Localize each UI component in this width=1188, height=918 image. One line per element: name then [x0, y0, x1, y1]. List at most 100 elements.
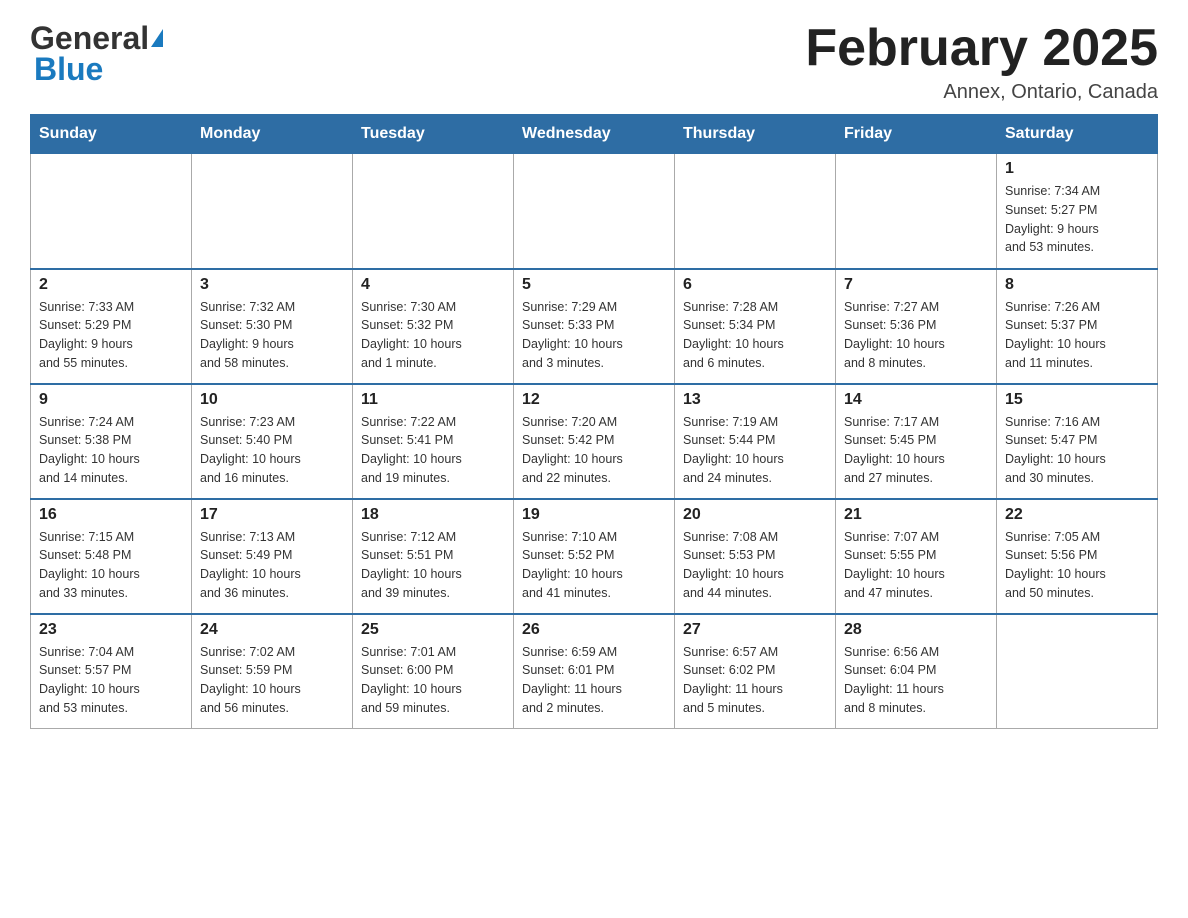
col-thursday: Thursday	[675, 115, 836, 154]
day-number: 20	[683, 506, 827, 524]
location-text: Annex, Ontario, Canada	[805, 81, 1158, 104]
calendar-cell: 27 Sunrise: 6:57 AMSunset: 6:02 PMDayligh…	[675, 614, 836, 729]
day-info: Sunrise: 7:02 AMSunset: 5:59 PMDaylight:…	[200, 643, 344, 718]
day-number: 16	[39, 506, 183, 524]
calendar-cell: 13 Sunrise: 7:19 AMSunset: 5:44 PMDayligh…	[675, 384, 836, 499]
calendar-cell: 10 Sunrise: 7:23 AMSunset: 5:40 PMDayligh…	[192, 384, 353, 499]
calendar-cell: 2 Sunrise: 7:33 AMSunset: 5:29 PMDaylight…	[31, 269, 192, 384]
calendar-cell	[192, 154, 353, 269]
calendar-cell	[514, 154, 675, 269]
day-number: 21	[844, 506, 988, 524]
day-info: Sunrise: 7:34 AMSunset: 5:27 PMDaylight:…	[1005, 182, 1149, 257]
day-number: 13	[683, 391, 827, 409]
day-info: Sunrise: 7:19 AMSunset: 5:44 PMDaylight:…	[683, 413, 827, 488]
calendar-cell: 17 Sunrise: 7:13 AMSunset: 5:49 PMDayligh…	[192, 499, 353, 614]
calendar-cell	[353, 154, 514, 269]
day-number: 19	[522, 506, 666, 524]
calendar-cell: 19 Sunrise: 7:10 AMSunset: 5:52 PMDayligh…	[514, 499, 675, 614]
calendar-cell: 9 Sunrise: 7:24 AMSunset: 5:38 PMDaylight…	[31, 384, 192, 499]
calendar-header-row: Sunday Monday Tuesday Wednesday Thursday…	[31, 115, 1158, 154]
calendar-cell: 11Sunrise: 7:22 AMSunset: 5:41 PMDayligh…	[353, 384, 514, 499]
day-number: 12	[522, 391, 666, 409]
day-number: 25	[361, 621, 505, 639]
col-monday: Monday	[192, 115, 353, 154]
calendar-cell: 25 Sunrise: 7:01 AMSunset: 6:00 PMDayligh…	[353, 614, 514, 729]
day-info: Sunrise: 7:07 AMSunset: 5:55 PMDaylight:…	[844, 528, 988, 603]
calendar-cell: 28Sunrise: 6:56 AMSunset: 6:04 PMDayligh…	[836, 614, 997, 729]
day-info: Sunrise: 7:28 AMSunset: 5:34 PMDaylight:…	[683, 298, 827, 373]
day-number: 27	[683, 621, 827, 639]
calendar-cell: 22Sunrise: 7:05 AMSunset: 5:56 PMDayligh…	[997, 499, 1158, 614]
day-info: Sunrise: 7:24 AMSunset: 5:38 PMDaylight:…	[39, 413, 183, 488]
day-number: 2	[39, 276, 183, 294]
day-number: 10	[200, 391, 344, 409]
title-area: February 2025 Annex, Ontario, Canada	[805, 20, 1158, 104]
calendar-week-row: 1 Sunrise: 7:34 AMSunset: 5:27 PMDaylight…	[31, 154, 1158, 269]
day-info: Sunrise: 7:08 AMSunset: 5:53 PMDaylight:…	[683, 528, 827, 603]
calendar-cell: 12 Sunrise: 7:20 AMSunset: 5:42 PMDayligh…	[514, 384, 675, 499]
calendar-cell: 24 Sunrise: 7:02 AMSunset: 5:59 PMDayligh…	[192, 614, 353, 729]
logo-blue-text: Blue	[34, 51, 103, 88]
day-number: 4	[361, 276, 505, 294]
calendar-table: Sunday Monday Tuesday Wednesday Thursday…	[30, 114, 1158, 729]
calendar-cell: 20 Sunrise: 7:08 AMSunset: 5:53 PMDayligh…	[675, 499, 836, 614]
day-info: Sunrise: 7:30 AMSunset: 5:32 PMDaylight:…	[361, 298, 505, 373]
page-header: General Blue February 2025 Annex, Ontari…	[30, 20, 1158, 104]
day-info: Sunrise: 7:27 AMSunset: 5:36 PMDaylight:…	[844, 298, 988, 373]
calendar-cell	[997, 614, 1158, 729]
calendar-cell: 6 Sunrise: 7:28 AMSunset: 5:34 PMDaylight…	[675, 269, 836, 384]
calendar-cell: 18 Sunrise: 7:12 AMSunset: 5:51 PMDayligh…	[353, 499, 514, 614]
calendar-cell: 21 Sunrise: 7:07 AMSunset: 5:55 PMDayligh…	[836, 499, 997, 614]
col-sunday: Sunday	[31, 115, 192, 154]
logo-triangle-icon	[151, 29, 163, 47]
calendar-cell: 15Sunrise: 7:16 AMSunset: 5:47 PMDayligh…	[997, 384, 1158, 499]
day-info: Sunrise: 7:32 AMSunset: 5:30 PMDaylight:…	[200, 298, 344, 373]
day-info: Sunrise: 7:23 AMSunset: 5:40 PMDaylight:…	[200, 413, 344, 488]
col-tuesday: Tuesday	[353, 115, 514, 154]
day-number: 3	[200, 276, 344, 294]
calendar-cell: 5 Sunrise: 7:29 AMSunset: 5:33 PMDaylight…	[514, 269, 675, 384]
day-info: Sunrise: 7:13 AMSunset: 5:49 PMDaylight:…	[200, 528, 344, 603]
day-number: 26	[522, 621, 666, 639]
calendar-cell	[836, 154, 997, 269]
day-info: Sunrise: 7:12 AMSunset: 5:51 PMDaylight:…	[361, 528, 505, 603]
day-info: Sunrise: 7:15 AMSunset: 5:48 PMDaylight:…	[39, 528, 183, 603]
day-number: 23	[39, 621, 183, 639]
day-number: 1	[1005, 160, 1149, 178]
logo: General Blue	[30, 20, 163, 88]
calendar-cell	[675, 154, 836, 269]
calendar-cell: 1 Sunrise: 7:34 AMSunset: 5:27 PMDaylight…	[997, 154, 1158, 269]
day-info: Sunrise: 7:16 AMSunset: 5:47 PMDaylight:…	[1005, 413, 1149, 488]
day-number: 6	[683, 276, 827, 294]
day-number: 17	[200, 506, 344, 524]
calendar-cell: 4 Sunrise: 7:30 AMSunset: 5:32 PMDaylight…	[353, 269, 514, 384]
day-info: Sunrise: 7:10 AMSunset: 5:52 PMDaylight:…	[522, 528, 666, 603]
col-wednesday: Wednesday	[514, 115, 675, 154]
calendar-cell: 14Sunrise: 7:17 AMSunset: 5:45 PMDayligh…	[836, 384, 997, 499]
day-info: Sunrise: 7:22 AMSunset: 5:41 PMDaylight:…	[361, 413, 505, 488]
day-info: Sunrise: 7:26 AMSunset: 5:37 PMDaylight:…	[1005, 298, 1149, 373]
day-number: 14	[844, 391, 988, 409]
calendar-cell: 16 Sunrise: 7:15 AMSunset: 5:48 PMDayligh…	[31, 499, 192, 614]
day-number: 24	[200, 621, 344, 639]
day-info: Sunrise: 7:33 AMSunset: 5:29 PMDaylight:…	[39, 298, 183, 373]
day-number: 9	[39, 391, 183, 409]
day-info: Sunrise: 7:29 AMSunset: 5:33 PMDaylight:…	[522, 298, 666, 373]
calendar-week-row: 9 Sunrise: 7:24 AMSunset: 5:38 PMDaylight…	[31, 384, 1158, 499]
day-number: 5	[522, 276, 666, 294]
day-info: Sunrise: 7:20 AMSunset: 5:42 PMDaylight:…	[522, 413, 666, 488]
calendar-cell: 23Sunrise: 7:04 AMSunset: 5:57 PMDayligh…	[31, 614, 192, 729]
day-number: 28	[844, 621, 988, 639]
calendar-cell: 7 Sunrise: 7:27 AMSunset: 5:36 PMDaylight…	[836, 269, 997, 384]
col-friday: Friday	[836, 115, 997, 154]
day-info: Sunrise: 7:01 AMSunset: 6:00 PMDaylight:…	[361, 643, 505, 718]
calendar-cell	[31, 154, 192, 269]
calendar-week-row: 2 Sunrise: 7:33 AMSunset: 5:29 PMDaylight…	[31, 269, 1158, 384]
day-number: 18	[361, 506, 505, 524]
day-info: Sunrise: 6:57 AMSunset: 6:02 PMDaylight:…	[683, 643, 827, 718]
calendar-cell: 8Sunrise: 7:26 AMSunset: 5:37 PMDaylight…	[997, 269, 1158, 384]
day-info: Sunrise: 6:59 AMSunset: 6:01 PMDaylight:…	[522, 643, 666, 718]
day-number: 22	[1005, 506, 1149, 524]
col-saturday: Saturday	[997, 115, 1158, 154]
day-number: 7	[844, 276, 988, 294]
